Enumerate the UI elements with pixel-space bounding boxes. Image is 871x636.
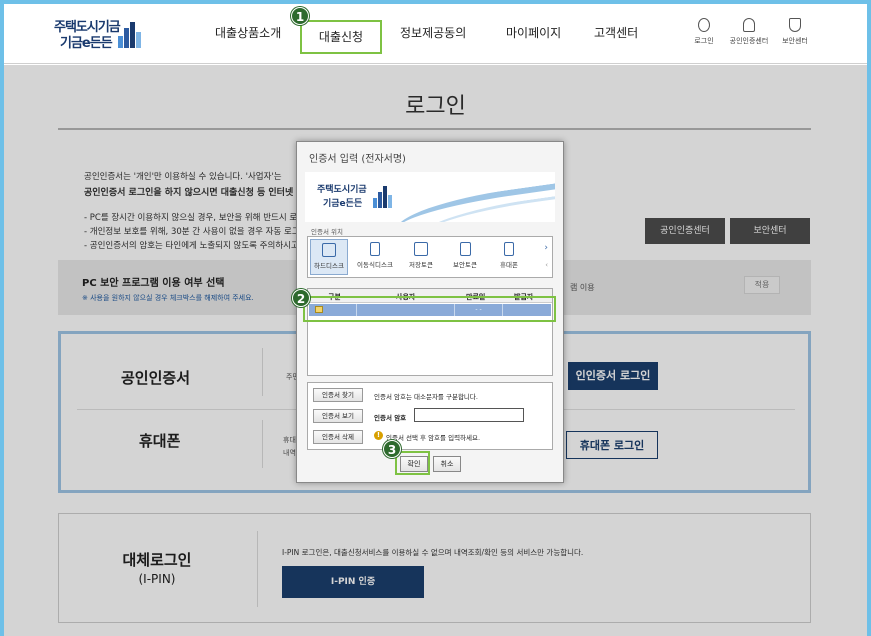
util-cert-center-label: 공인인증센터: [729, 37, 769, 45]
loc-removable-label: 이동식디스크: [357, 261, 393, 269]
loc-phone-label: 휴대폰: [500, 261, 518, 269]
banner-line2: 기금e든든: [323, 199, 363, 209]
password-input[interactable]: [414, 408, 524, 422]
loc-phone[interactable]: 휴대폰: [490, 239, 528, 275]
loc-harddisk-label: 하드디스크: [314, 262, 344, 270]
warning-icon: !: [374, 431, 383, 440]
browser-frame: 주택도시기금 기금e든든 대출상품소개 정보제공동의 마이페이지 고객센터 대출…: [4, 4, 867, 636]
nav-loan-apply-label: 대출신청: [318, 30, 364, 44]
step-badge-1: 1: [291, 7, 309, 25]
shield-icon: [789, 18, 801, 32]
loc-security-token-label: 보안토큰: [453, 261, 477, 269]
delete-cert-button[interactable]: 인증서 삭제: [313, 430, 363, 444]
step3-highlight: [395, 451, 430, 475]
banner-line1: 주택도시기금: [317, 185, 367, 195]
util-login[interactable]: 로그인: [679, 18, 729, 46]
monitor-icon: [322, 243, 336, 257]
find-cert-note: 인증서 암호는 대소문자를 구분합니다.: [374, 393, 478, 401]
cert-actions: 인증서 찾기 인증서 암호는 대소문자를 구분합니다. 인증서 보기 인증서 암…: [307, 382, 553, 450]
step-badge-3: 3: [383, 440, 401, 458]
security-token-icon: [459, 242, 471, 256]
site-header: 주택도시기금 기금e든든 대출상품소개 정보제공동의 마이페이지 고객센터 대출…: [4, 4, 867, 64]
util-security-center[interactable]: 보안센터: [770, 18, 820, 46]
lock-icon: [743, 18, 755, 32]
nav-mypage[interactable]: 마이페이지: [506, 24, 561, 41]
loc-removable[interactable]: 이동식디스크: [356, 239, 394, 275]
chevron-left-icon[interactable]: ‹: [545, 261, 548, 269]
cert-location-selector: 하드디스크 이동식디스크 저장토큰 보안토큰 휴대폰 › ‹: [307, 236, 553, 278]
cancel-button[interactable]: 취소: [433, 456, 461, 472]
loc-storage-token[interactable]: 저장토큰: [402, 239, 440, 275]
step-badge-2: 2: [292, 289, 310, 307]
dialog-banner: 주택도시기금 기금e든든: [305, 172, 555, 222]
nav-loan-apply[interactable]: 대출신청: [300, 20, 382, 54]
usb-icon: [370, 242, 380, 256]
util-login-label: 로그인: [694, 37, 714, 45]
warning-note: 인증서 선택 후 암호를 입력하세요.: [386, 434, 481, 442]
dialog-title: 인증서 입력 (전자서명): [309, 154, 406, 165]
util-security-center-label: 보안센터: [782, 37, 808, 45]
loc-security-token[interactable]: 보안토큰: [446, 239, 484, 275]
location-label: 인증서 위치: [311, 228, 343, 236]
chevron-right-icon[interactable]: ›: [544, 243, 548, 253]
power-icon: [698, 18, 710, 32]
util-cert-center[interactable]: 공인인증센터: [724, 18, 774, 46]
find-cert-button[interactable]: 인증서 찾기: [313, 388, 363, 402]
loc-storage-token-label: 저장토큰: [409, 261, 433, 269]
loc-harddisk[interactable]: 하드디스크: [310, 239, 348, 275]
token-icon: [414, 242, 428, 256]
nav-consent[interactable]: 정보제공동의: [400, 24, 466, 41]
step2-highlight: [303, 296, 556, 322]
nav-loan-products[interactable]: 대출상품소개: [215, 24, 281, 41]
banner-logo-icon: [373, 186, 397, 208]
nav-customer-center[interactable]: 고객센터: [594, 24, 638, 41]
view-cert-button[interactable]: 인증서 보기: [313, 409, 363, 423]
phone-icon: [504, 242, 514, 256]
password-label: 인증서 암호: [374, 414, 407, 422]
